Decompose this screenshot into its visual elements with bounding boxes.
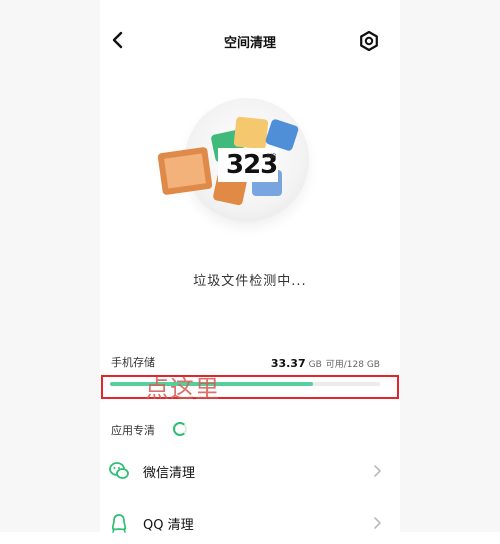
annotation-text: 点这里 <box>145 375 220 403</box>
storage-available: 可用/128 GB <box>325 360 380 370</box>
document-card-icon <box>233 116 269 150</box>
wechat-clean-item[interactable]: 微信清理 <box>100 452 400 492</box>
image-file-icon <box>157 146 213 196</box>
storage-used-unit: GB <box>308 360 322 370</box>
app-screen: 空间清理 323 MB 垃圾文件检测中... 手机存储 33.37 GB 可用/12… <box>100 0 400 533</box>
storage-label: 手机存储 <box>111 356 155 369</box>
settings-icon[interactable] <box>358 30 380 52</box>
wechat-icon <box>109 462 129 479</box>
qq-clean-item[interactable]: QQ 清理 <box>100 504 400 544</box>
wechat-clean-label: 微信清理 <box>143 466 196 481</box>
storage-usage: 33.37 GB 可用/128 GB <box>271 357 380 370</box>
qq-clean-label: QQ 清理 <box>143 518 194 533</box>
dedicated-cleanup-label: 应用专清 <box>111 424 155 437</box>
scan-status: 垃圾文件检测中... <box>193 274 307 289</box>
right-margin <box>400 0 500 532</box>
storage-used-value: 33.37 <box>270 357 306 370</box>
chevron-right-icon <box>374 517 381 529</box>
junk-size-unit: MB <box>267 153 277 160</box>
left-margin <box>0 0 100 532</box>
loading-spinner-icon <box>173 422 187 436</box>
qq-icon <box>111 514 127 533</box>
page-title: 空间清理 <box>223 36 276 51</box>
chevron-right-icon <box>374 465 381 477</box>
